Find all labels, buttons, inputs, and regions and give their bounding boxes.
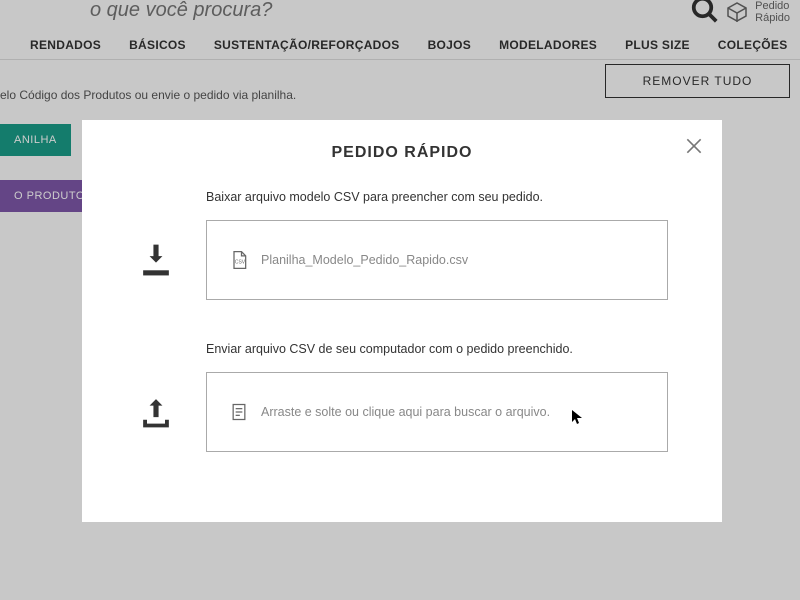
download-file-box[interactable]: CSV Planilha_Modelo_Pedido_Rapido.csv bbox=[206, 220, 668, 300]
mouse-cursor bbox=[572, 410, 584, 426]
upload-icon bbox=[136, 394, 176, 430]
upload-section: Enviar arquivo CSV de seu computador com… bbox=[136, 342, 668, 452]
csv-file-icon: CSV bbox=[229, 250, 249, 270]
download-icon bbox=[136, 242, 176, 278]
document-icon bbox=[229, 402, 249, 422]
upload-label: Enviar arquivo CSV de seu computador com… bbox=[206, 342, 668, 356]
upload-hint: Arraste e solte ou clique aqui para busc… bbox=[261, 405, 550, 419]
upload-dropzone[interactable]: Arraste e solte ou clique aqui para busc… bbox=[206, 372, 668, 452]
modal-title: PEDIDO RÁPIDO bbox=[136, 144, 668, 162]
download-label: Baixar arquivo modelo CSV para preencher… bbox=[206, 190, 668, 204]
download-filename: Planilha_Modelo_Pedido_Rapido.csv bbox=[261, 253, 468, 267]
svg-text:CSV: CSV bbox=[235, 259, 246, 265]
close-icon[interactable] bbox=[684, 136, 704, 156]
download-section: Baixar arquivo modelo CSV para preencher… bbox=[136, 190, 668, 300]
quick-order-modal: PEDIDO RÁPIDO Baixar arquivo modelo CSV … bbox=[82, 120, 722, 522]
